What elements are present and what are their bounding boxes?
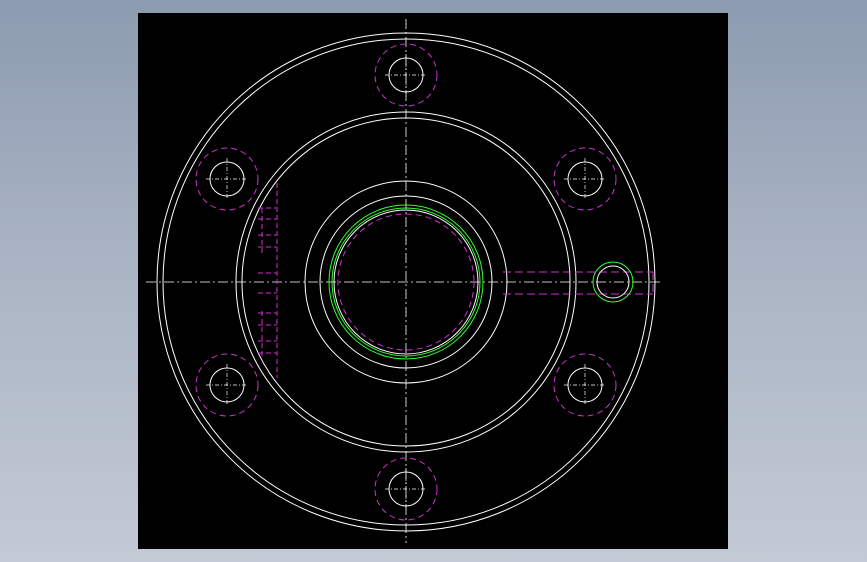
bolt-hole-lower-right	[553, 353, 617, 417]
flange-drawing	[146, 19, 663, 543]
left-hidden-profile	[258, 183, 278, 378]
bolt-hole-upper-left	[195, 147, 259, 211]
bolt-hole-upper-right	[553, 147, 617, 211]
bolt-hole-lower-left	[195, 353, 259, 417]
cad-viewport[interactable]	[138, 13, 728, 549]
centerlines	[146, 19, 663, 543]
